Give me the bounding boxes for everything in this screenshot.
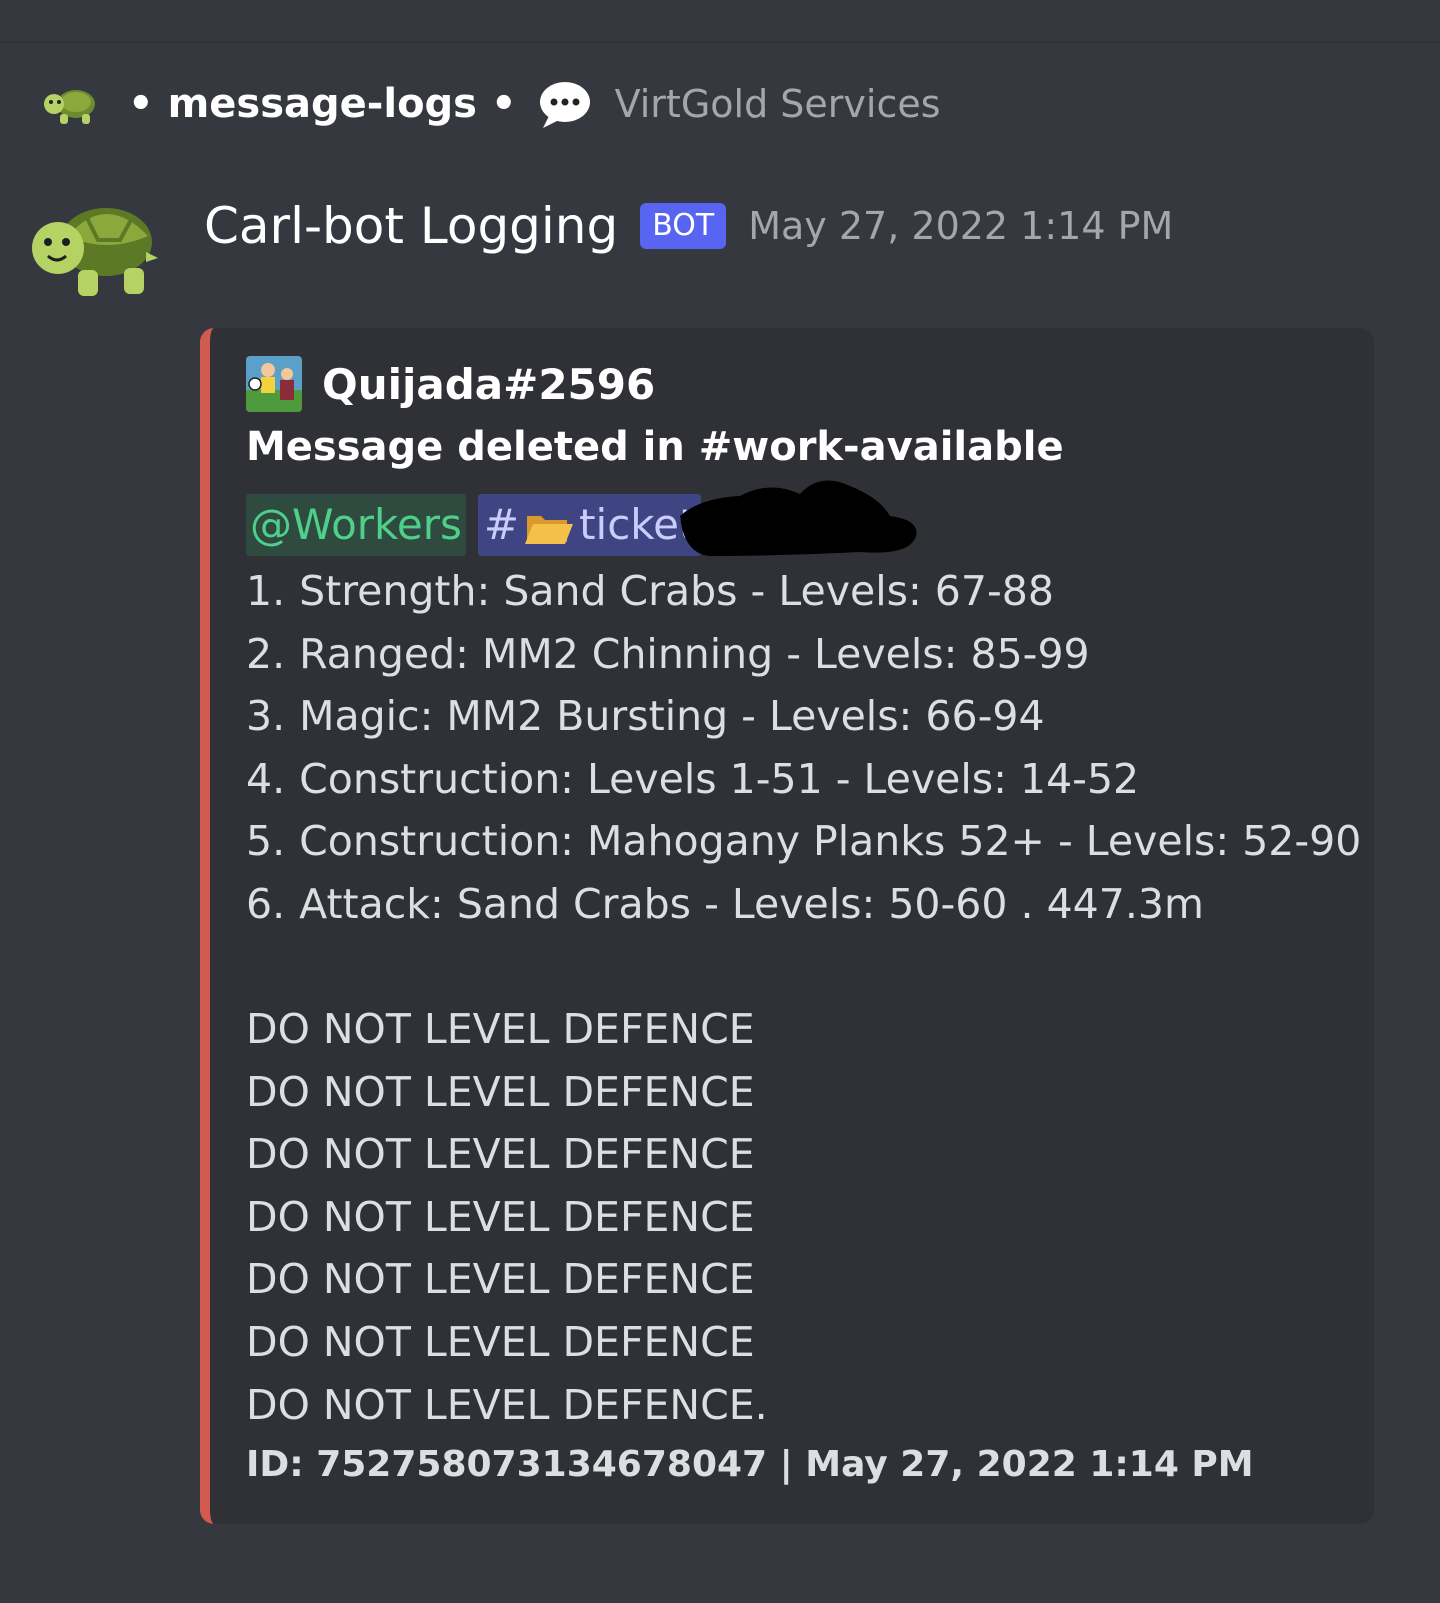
list-item: 4. Construction: Levels 1-51 - Levels: 14…	[246, 754, 1140, 803]
redaction-scribble	[680, 480, 917, 556]
task-list: 1. Strength: Sand Crabs - Levels: 67-88 2…	[246, 560, 1361, 936]
role-mention[interactable]: @Workers	[246, 494, 466, 556]
top-bar	[0, 0, 1440, 43]
mentions-line: @Workers # ticket	[246, 494, 702, 556]
message-header: Carl-bot Logging BOT May 27, 2022 1:14 P…	[204, 195, 1173, 257]
warning-line: DO NOT LEVEL DEFENCE	[246, 1192, 755, 1241]
warning-line: DO NOT LEVEL DEFENCE	[246, 1130, 755, 1179]
embed-author-name[interactable]: Quijada#2596	[322, 360, 655, 409]
avatar[interactable]	[28, 196, 158, 300]
embed-title: Message deleted in #work-available	[246, 424, 1064, 470]
embed-footer: ID: 752758073134678047 | May 27, 2022 1:…	[246, 1444, 1254, 1485]
list-item: 6. Attack: Sand Crabs - Levels: 50-60 . 4…	[246, 879, 1204, 928]
warning-lines: DO NOT LEVEL DEFENCE DO NOT LEVEL DEFENC…	[246, 998, 768, 1436]
server-name[interactable]: VirtGold Services	[615, 82, 941, 126]
warning-line: DO NOT LEVEL DEFENCE.	[246, 1380, 768, 1429]
speech-bubble-icon[interactable]	[537, 78, 593, 130]
list-item: 3. Magic: MM2 Bursting - Levels: 66-94	[246, 692, 1045, 741]
channel-mention[interactable]: # ticket	[477, 494, 702, 556]
list-item: 5. Construction: Mahogany Planks 52+ - Le…	[246, 817, 1362, 866]
embed-author: Quijada#2596	[246, 356, 655, 412]
warning-line: DO NOT LEVEL DEFENCE	[246, 1255, 755, 1304]
author-name[interactable]: Carl-bot Logging	[204, 197, 618, 255]
warning-line: DO NOT LEVEL DEFENCE	[246, 1067, 755, 1116]
breadcrumb-separator: •	[491, 81, 517, 127]
list-item: 2. Ranged: MM2 Chinning - Levels: 85-99	[246, 629, 1090, 678]
breadcrumb: • message-logs • VirtGold Services	[42, 74, 941, 134]
list-item: 1. Strength: Sand Crabs - Levels: 67-88	[246, 567, 1054, 615]
warning-line: DO NOT LEVEL DEFENCE	[246, 1005, 755, 1053]
warning-line: DO NOT LEVEL DEFENCE	[246, 1317, 755, 1366]
folder-icon	[523, 505, 575, 545]
message-timestamp: May 27, 2022 1:14 PM	[748, 204, 1174, 248]
message-avatar-area	[28, 196, 158, 306]
bot-badge: BOT	[640, 203, 727, 249]
breadcrumb-separator: •	[128, 81, 154, 127]
turtle-icon	[42, 80, 98, 128]
channel-mention-text: ticket	[579, 500, 696, 549]
channel-mention-prefix: #	[483, 500, 520, 549]
log-embed: Quijada#2596 Message deleted in #work-av…	[200, 328, 1374, 1524]
user-avatar-icon	[246, 356, 302, 412]
channel-name[interactable]: message-logs	[168, 81, 477, 127]
